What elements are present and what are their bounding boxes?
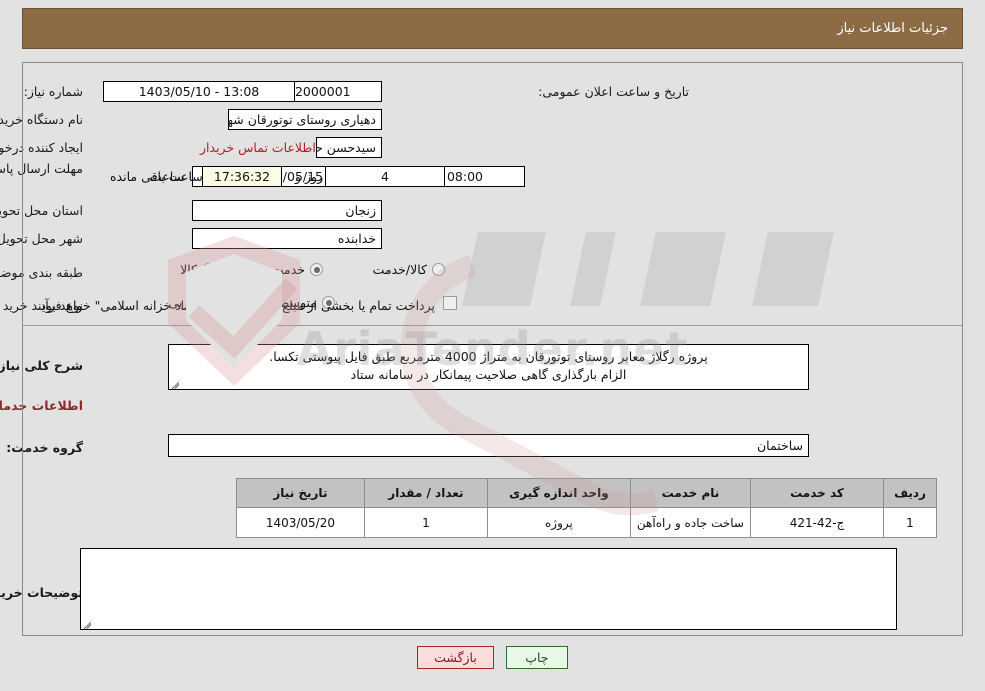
need-details-page: AriaTender.net جزئیات اطلاعات نیاز شماره… — [0, 0, 985, 691]
print-button[interactable]: چاپ — [505, 646, 568, 669]
window-title-bar: جزئیات اطلاعات نیاز — [22, 8, 963, 49]
page-title: جزئیات اطلاعات نیاز — [837, 21, 948, 36]
back-button[interactable]: بازگشت — [417, 646, 494, 669]
details-panel — [22, 62, 963, 636]
action-button-bar: بازگشت چاپ — [0, 646, 985, 669]
